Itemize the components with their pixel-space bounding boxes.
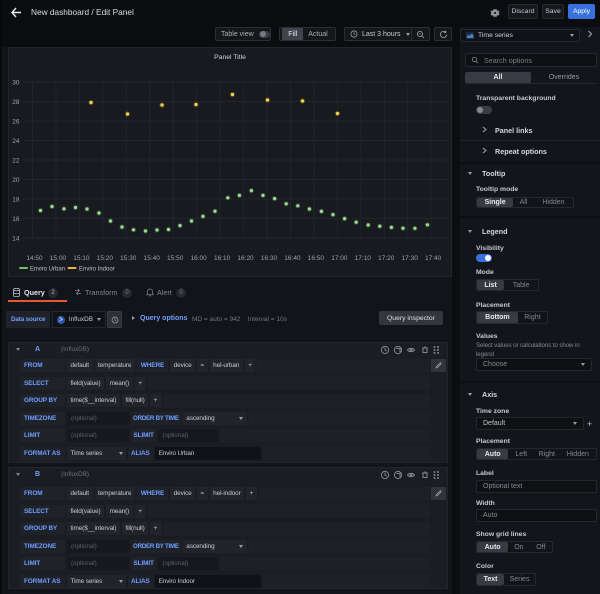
svg-text:15:10: 15:10: [73, 255, 90, 262]
svg-text:14: 14: [12, 235, 20, 242]
svg-text:17:30: 17:30: [402, 255, 419, 262]
svg-text:28: 28: [12, 99, 20, 106]
svg-text:16: 16: [12, 216, 20, 223]
svg-text:24: 24: [12, 138, 20, 145]
svg-text:22: 22: [12, 157, 20, 164]
svg-text:Enviro Indoor: Enviro Indoor: [79, 266, 115, 272]
svg-text:26: 26: [12, 118, 20, 125]
svg-text:30: 30: [12, 79, 20, 86]
svg-text:16:00: 16:00: [191, 255, 208, 262]
svg-text:16:50: 16:50: [308, 255, 325, 262]
svg-text:15:00: 15:00: [50, 255, 67, 262]
svg-text:18: 18: [12, 196, 20, 203]
svg-text:16:30: 16:30: [261, 255, 278, 262]
svg-text:17:10: 17:10: [355, 255, 372, 262]
svg-text:16:10: 16:10: [214, 255, 231, 262]
svg-text:17:40: 17:40: [425, 255, 442, 262]
svg-text:17:00: 17:00: [331, 255, 348, 262]
svg-text:15:50: 15:50: [167, 255, 184, 262]
svg-text:20: 20: [12, 177, 20, 184]
svg-text:16:20: 16:20: [237, 255, 254, 262]
svg-text:15:30: 15:30: [120, 255, 137, 262]
svg-text:14:50: 14:50: [26, 255, 43, 262]
svg-text:15:20: 15:20: [97, 255, 114, 262]
svg-text:17:20: 17:20: [378, 255, 395, 262]
svg-text:16:40: 16:40: [284, 255, 301, 262]
svg-text:15:40: 15:40: [144, 255, 161, 262]
svg-text:Enviro Urban: Enviro Urban: [30, 266, 65, 272]
